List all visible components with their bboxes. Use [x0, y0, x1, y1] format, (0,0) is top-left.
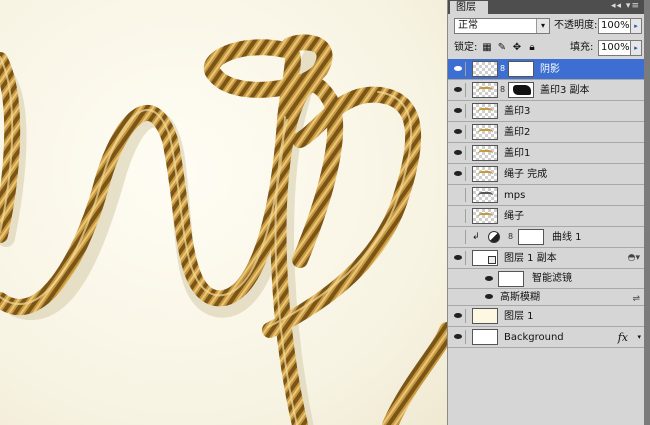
chevron-down-icon[interactable]: ▾ — [637, 327, 641, 348]
eye-icon[interactable] — [451, 104, 466, 118]
layer-name: mps — [504, 190, 526, 201]
mask-thumbnail — [518, 229, 544, 245]
tab-layers[interactable]: 图层 — [450, 1, 488, 14]
mask-thumbnail — [508, 61, 534, 77]
link-icon: 8 — [508, 232, 514, 241]
eye-icon[interactable] — [451, 330, 466, 344]
eye-icon[interactable] — [451, 167, 466, 181]
layer-row[interactable]: 8 阴影 — [448, 59, 644, 80]
layer-thumbnail — [472, 308, 498, 324]
layer-row[interactable]: 图层 1 副本 ◓▾ — [448, 248, 644, 269]
eye-icon[interactable] — [451, 146, 466, 160]
layer-thumbnail — [472, 82, 498, 98]
layer-row[interactable]: 图层 1 — [448, 306, 644, 327]
opacity-slider-button[interactable]: ▸ — [630, 18, 642, 34]
layer-name: 图层 1 副本 — [504, 253, 557, 264]
layer-thumbnail — [472, 61, 498, 77]
lock-brush-icon[interactable]: ✎ — [496, 42, 508, 54]
layer-name: 盖印3 — [504, 106, 531, 117]
lock-label: 锁定: — [454, 42, 478, 53]
layer-name: 曲线 1 — [552, 232, 582, 243]
eye-icon[interactable] — [482, 272, 496, 286]
layer-name: 智能滤镜 — [532, 273, 572, 284]
opacity-label: 不透明度: — [554, 20, 598, 31]
layer-name: 图层 1 — [504, 311, 534, 322]
layer-list: 8 阴影 8 盖印3 副本 盖印3 盖印2 盖印1 绳子 完成 mps 绳子 ↲… — [448, 59, 644, 348]
layer-name: 盖印1 — [504, 148, 531, 159]
layers-panel: 图层 ◂◂ ▾≡ 正常 ▾ 不透明度: 100% ▸ 锁定: ▦ ✎ ✥ 🔒︎ … — [447, 0, 644, 425]
eye-icon[interactable] — [482, 290, 496, 304]
layer-row[interactable]: 绳子 完成 — [448, 164, 644, 185]
mask-thumbnail — [508, 82, 534, 98]
layer-row[interactable]: 盖印1 — [448, 143, 644, 164]
layer-name: 高斯模糊 — [500, 292, 540, 303]
eye-toggle-empty[interactable] — [451, 188, 466, 202]
fill-slider-button[interactable]: ▸ — [630, 40, 642, 56]
layer-thumbnail — [472, 329, 498, 345]
layer-row[interactable]: 8 盖印3 副本 — [448, 80, 644, 101]
layer-name: 绳子 完成 — [504, 169, 548, 180]
layer-row[interactable]: ↲ 8 曲线 1 — [448, 227, 644, 248]
eye-toggle-empty[interactable] — [451, 209, 466, 223]
layer-row[interactable]: Background fx ▾ — [448, 327, 644, 348]
layer-row[interactable]: 盖印3 — [448, 101, 644, 122]
clip-arrow-icon: ↲ — [472, 232, 480, 242]
eye-toggle-empty[interactable] — [451, 230, 466, 244]
eye-icon[interactable] — [451, 125, 466, 139]
rope-artwork — [0, 34, 447, 425]
eye-icon[interactable] — [451, 309, 466, 323]
layer-thumbnail — [472, 103, 498, 119]
filter-row[interactable]: 高斯模糊 ⇌ — [448, 289, 644, 306]
layer-name: Background — [504, 332, 564, 343]
document-canvas[interactable] — [0, 0, 447, 425]
lock-move-icon[interactable]: ✥ — [511, 42, 523, 54]
layer-row[interactable]: mps — [448, 185, 644, 206]
layer-name: 阴影 — [540, 64, 560, 75]
smart-object-thumbnail — [472, 250, 498, 266]
blend-mode-select[interactable]: 正常 ▾ — [454, 18, 550, 34]
smart-object-icon — [488, 256, 496, 264]
lock-transparency-icon[interactable]: ▦ — [481, 42, 493, 54]
fx-icon[interactable]: fx — [618, 327, 628, 348]
chevron-down-icon[interactable]: ▾ — [536, 19, 549, 33]
layer-thumbnail — [472, 187, 498, 203]
layer-thumbnail — [472, 166, 498, 182]
blend-mode-value: 正常 — [458, 20, 478, 31]
eye-icon[interactable] — [451, 83, 466, 97]
lock-row: 锁定: ▦ ✎ ✥ 🔒︎ 填充: 100% ▸ — [448, 39, 644, 60]
link-icon: 8 — [500, 64, 506, 73]
layer-thumbnail — [472, 145, 498, 161]
eye-icon[interactable] — [451, 251, 466, 265]
fill-label: 填充: — [570, 42, 594, 53]
smart-filters-row[interactable]: 智能滤镜 — [448, 269, 644, 289]
link-icon: 8 — [500, 85, 506, 94]
eye-icon[interactable] — [451, 62, 466, 76]
panel-tabbar: 图层 ◂◂ ▾≡ — [448, 0, 644, 14]
layer-name: 盖印2 — [504, 127, 531, 138]
layer-name: 绳子 — [504, 211, 524, 222]
layer-thumbnail — [472, 208, 498, 224]
lock-all-icon[interactable]: 🔒︎ — [526, 42, 538, 54]
panel-dock-strip — [644, 0, 650, 425]
panel-menu-icon[interactable]: ◂◂ ▾≡ — [611, 1, 640, 11]
layer-name: 盖印3 副本 — [540, 85, 590, 96]
layer-thumbnail — [472, 124, 498, 140]
layer-row[interactable]: 绳子 — [448, 206, 644, 227]
layer-row[interactable]: 盖印2 — [448, 122, 644, 143]
adjustment-icon — [488, 231, 500, 243]
blend-row: 正常 ▾ 不透明度: 100% ▸ — [448, 17, 644, 37]
filter-options-icon[interactable]: ◓▾ — [628, 248, 640, 269]
filter-mask-thumbnail — [498, 271, 524, 287]
